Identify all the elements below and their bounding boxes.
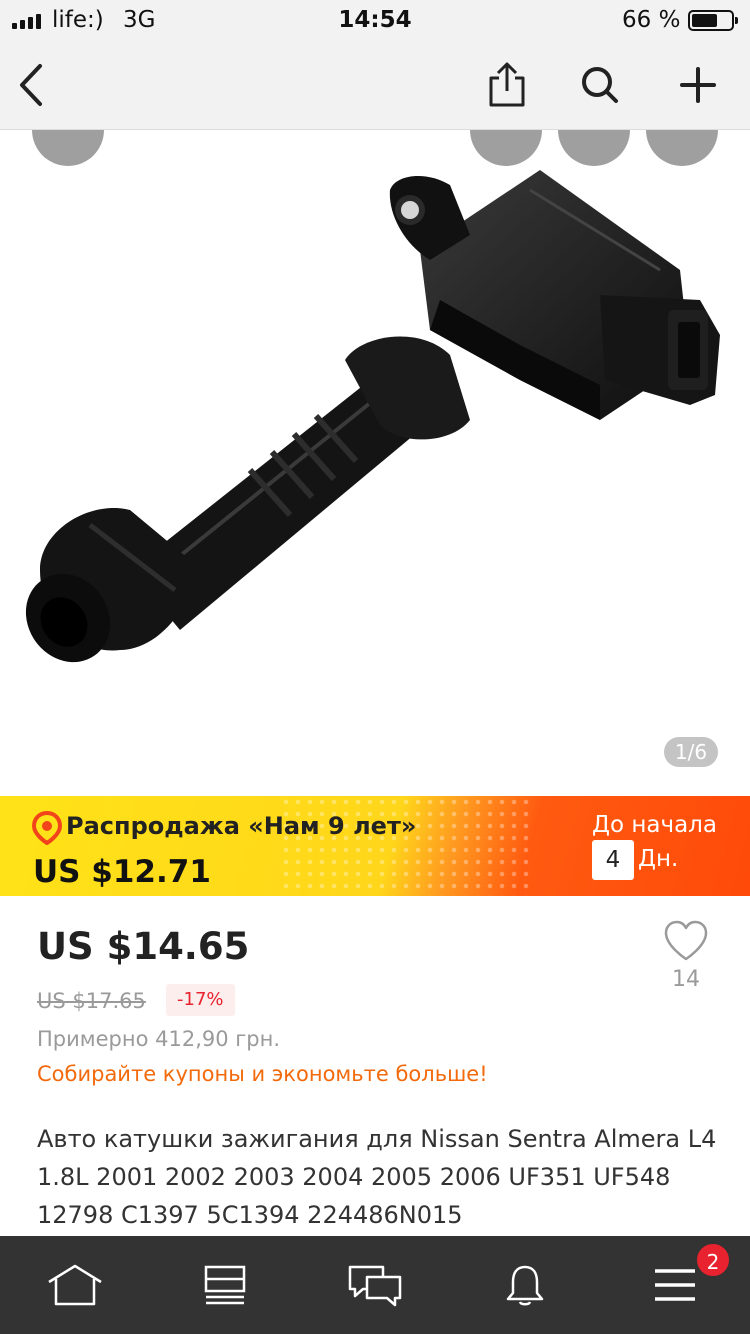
menu-notification-badge: 2 [695,1242,731,1278]
tab-messages[interactable] [345,1260,405,1310]
tab-home[interactable] [45,1260,105,1310]
battery-percent: 66 % [622,7,681,33]
tab-categories[interactable] [195,1260,255,1310]
navigation-bar [0,40,750,130]
status-bar: life:) 3G 14:54 66 % [0,0,750,40]
sale-banner[interactable]: Распродажа «Нам 9 лет» US $12.71 До нача… [0,796,750,896]
sale-price: US $12.71 [33,854,211,890]
sale-banner-pattern [280,796,530,896]
battery-level-fill [692,14,717,27]
back-button[interactable] [1,55,61,115]
product-image-gallery[interactable]: 1/6 [0,130,750,796]
tab-notifications[interactable] [495,1260,555,1310]
collect-coupons-link[interactable]: Собирайте купоны и экономьте больше! [37,1062,488,1086]
share-button[interactable] [477,55,537,115]
bottom-tab-bar [0,1236,750,1334]
heart-icon [664,920,708,961]
sale-location-pin-icon [32,811,62,845]
wishlist-count: 14 [672,967,700,992]
plus-icon [680,67,716,103]
original-price: US $17.65 [37,989,146,1013]
sale-title: Распродажа «Нам 9 лет» [66,812,417,840]
countdown-label: До начала [592,812,717,838]
add-button[interactable] [668,55,728,115]
categories-icon [204,1265,246,1305]
battery-icon [688,10,738,31]
menu-icon [655,1269,695,1301]
share-icon [489,62,525,107]
notifications-icon [506,1265,544,1306]
discount-badge: -17% [166,984,235,1016]
countdown-days-unit: Дн. [638,846,679,872]
product-price: US $14.65 [37,925,250,968]
search-button[interactable] [570,55,630,115]
approx-local-price: Примерно 412,90 грн. [37,1027,281,1051]
ignition-coil-image [25,170,720,663]
search-icon [582,67,618,103]
back-icon [20,64,42,106]
product-title: Авто катушки зажигания для Nissan Sentra… [37,1125,717,1229]
image-page-indicator: 1/6 [664,737,718,767]
wishlist-button[interactable] [660,920,712,966]
countdown-days-value: 4 [592,840,634,880]
messages-icon [348,1265,402,1307]
home-icon [48,1264,102,1306]
